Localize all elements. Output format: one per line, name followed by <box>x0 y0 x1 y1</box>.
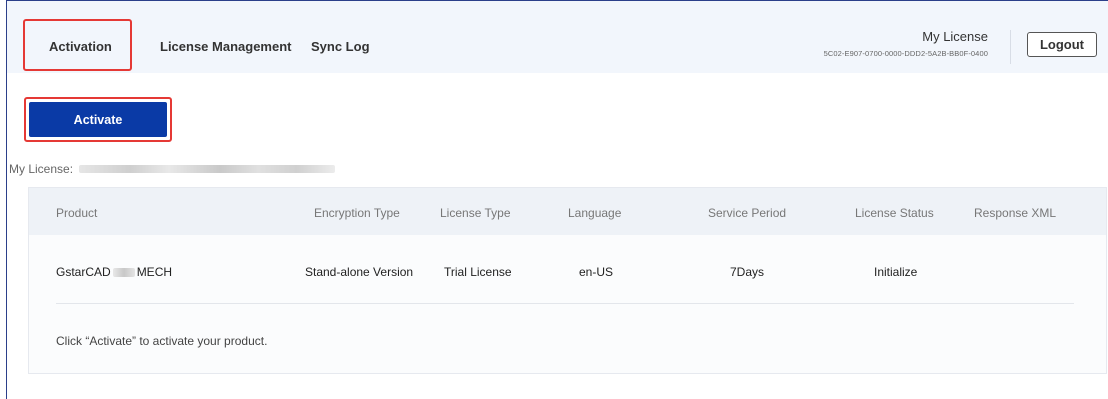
column-header-service-period: Service Period <box>708 206 787 220</box>
my-license-title: My License <box>922 29 988 44</box>
logout-button[interactable]: Logout <box>1027 32 1097 57</box>
license-key: 5C02-E907-0700-0000-DDD2-5A2B-BB0F-0400 <box>823 49 988 58</box>
product-name-prefix: GstarCAD <box>56 265 111 279</box>
column-header-response-xml: Response XML <box>974 206 1057 220</box>
product-version-redacted <box>112 268 135 278</box>
top-navigation-bar: Activation License Management Sync Log M… <box>7 1 1108 73</box>
column-header-license-status: License Status <box>855 206 934 220</box>
row-divider <box>56 303 1074 304</box>
app-frame: Activation License Management Sync Log M… <box>6 0 1108 399</box>
column-header-product: Product <box>56 206 98 220</box>
my-license-line: My License: <box>9 162 336 176</box>
tab-license-management[interactable]: License Management <box>160 39 292 54</box>
activate-button[interactable]: Activate <box>29 102 167 137</box>
cell-language: en-US <box>579 265 614 279</box>
tab-sync-log[interactable]: Sync Log <box>311 39 370 54</box>
table-header: Product Encryption Type License Type Lan… <box>29 188 1106 235</box>
column-header-license-type: License Type <box>440 206 511 220</box>
license-value-redacted <box>79 165 336 173</box>
tab-activation[interactable]: Activation <box>49 39 112 54</box>
my-license-info: My License 5C02-E907-0700-0000-DDD2-5A2B… <box>824 29 988 58</box>
license-table: Product Encryption Type License Type Lan… <box>28 187 1107 374</box>
cell-license-status: Initialize <box>874 265 918 279</box>
activation-hint: Click “Activate” to activate your produc… <box>56 334 268 348</box>
column-header-encryption-type: Encryption Type <box>314 206 400 220</box>
cell-product: GstarCAD MECH <box>56 265 172 279</box>
my-license-label: My License: <box>9 162 74 176</box>
header-divider <box>1010 30 1011 64</box>
product-name-suffix: MECH <box>136 265 173 279</box>
cell-encryption-type: Stand-alone Version <box>305 265 414 279</box>
column-header-language: Language <box>568 206 622 220</box>
cell-license-type: Trial License <box>444 265 512 279</box>
cell-service-period: 7Days <box>730 265 765 279</box>
